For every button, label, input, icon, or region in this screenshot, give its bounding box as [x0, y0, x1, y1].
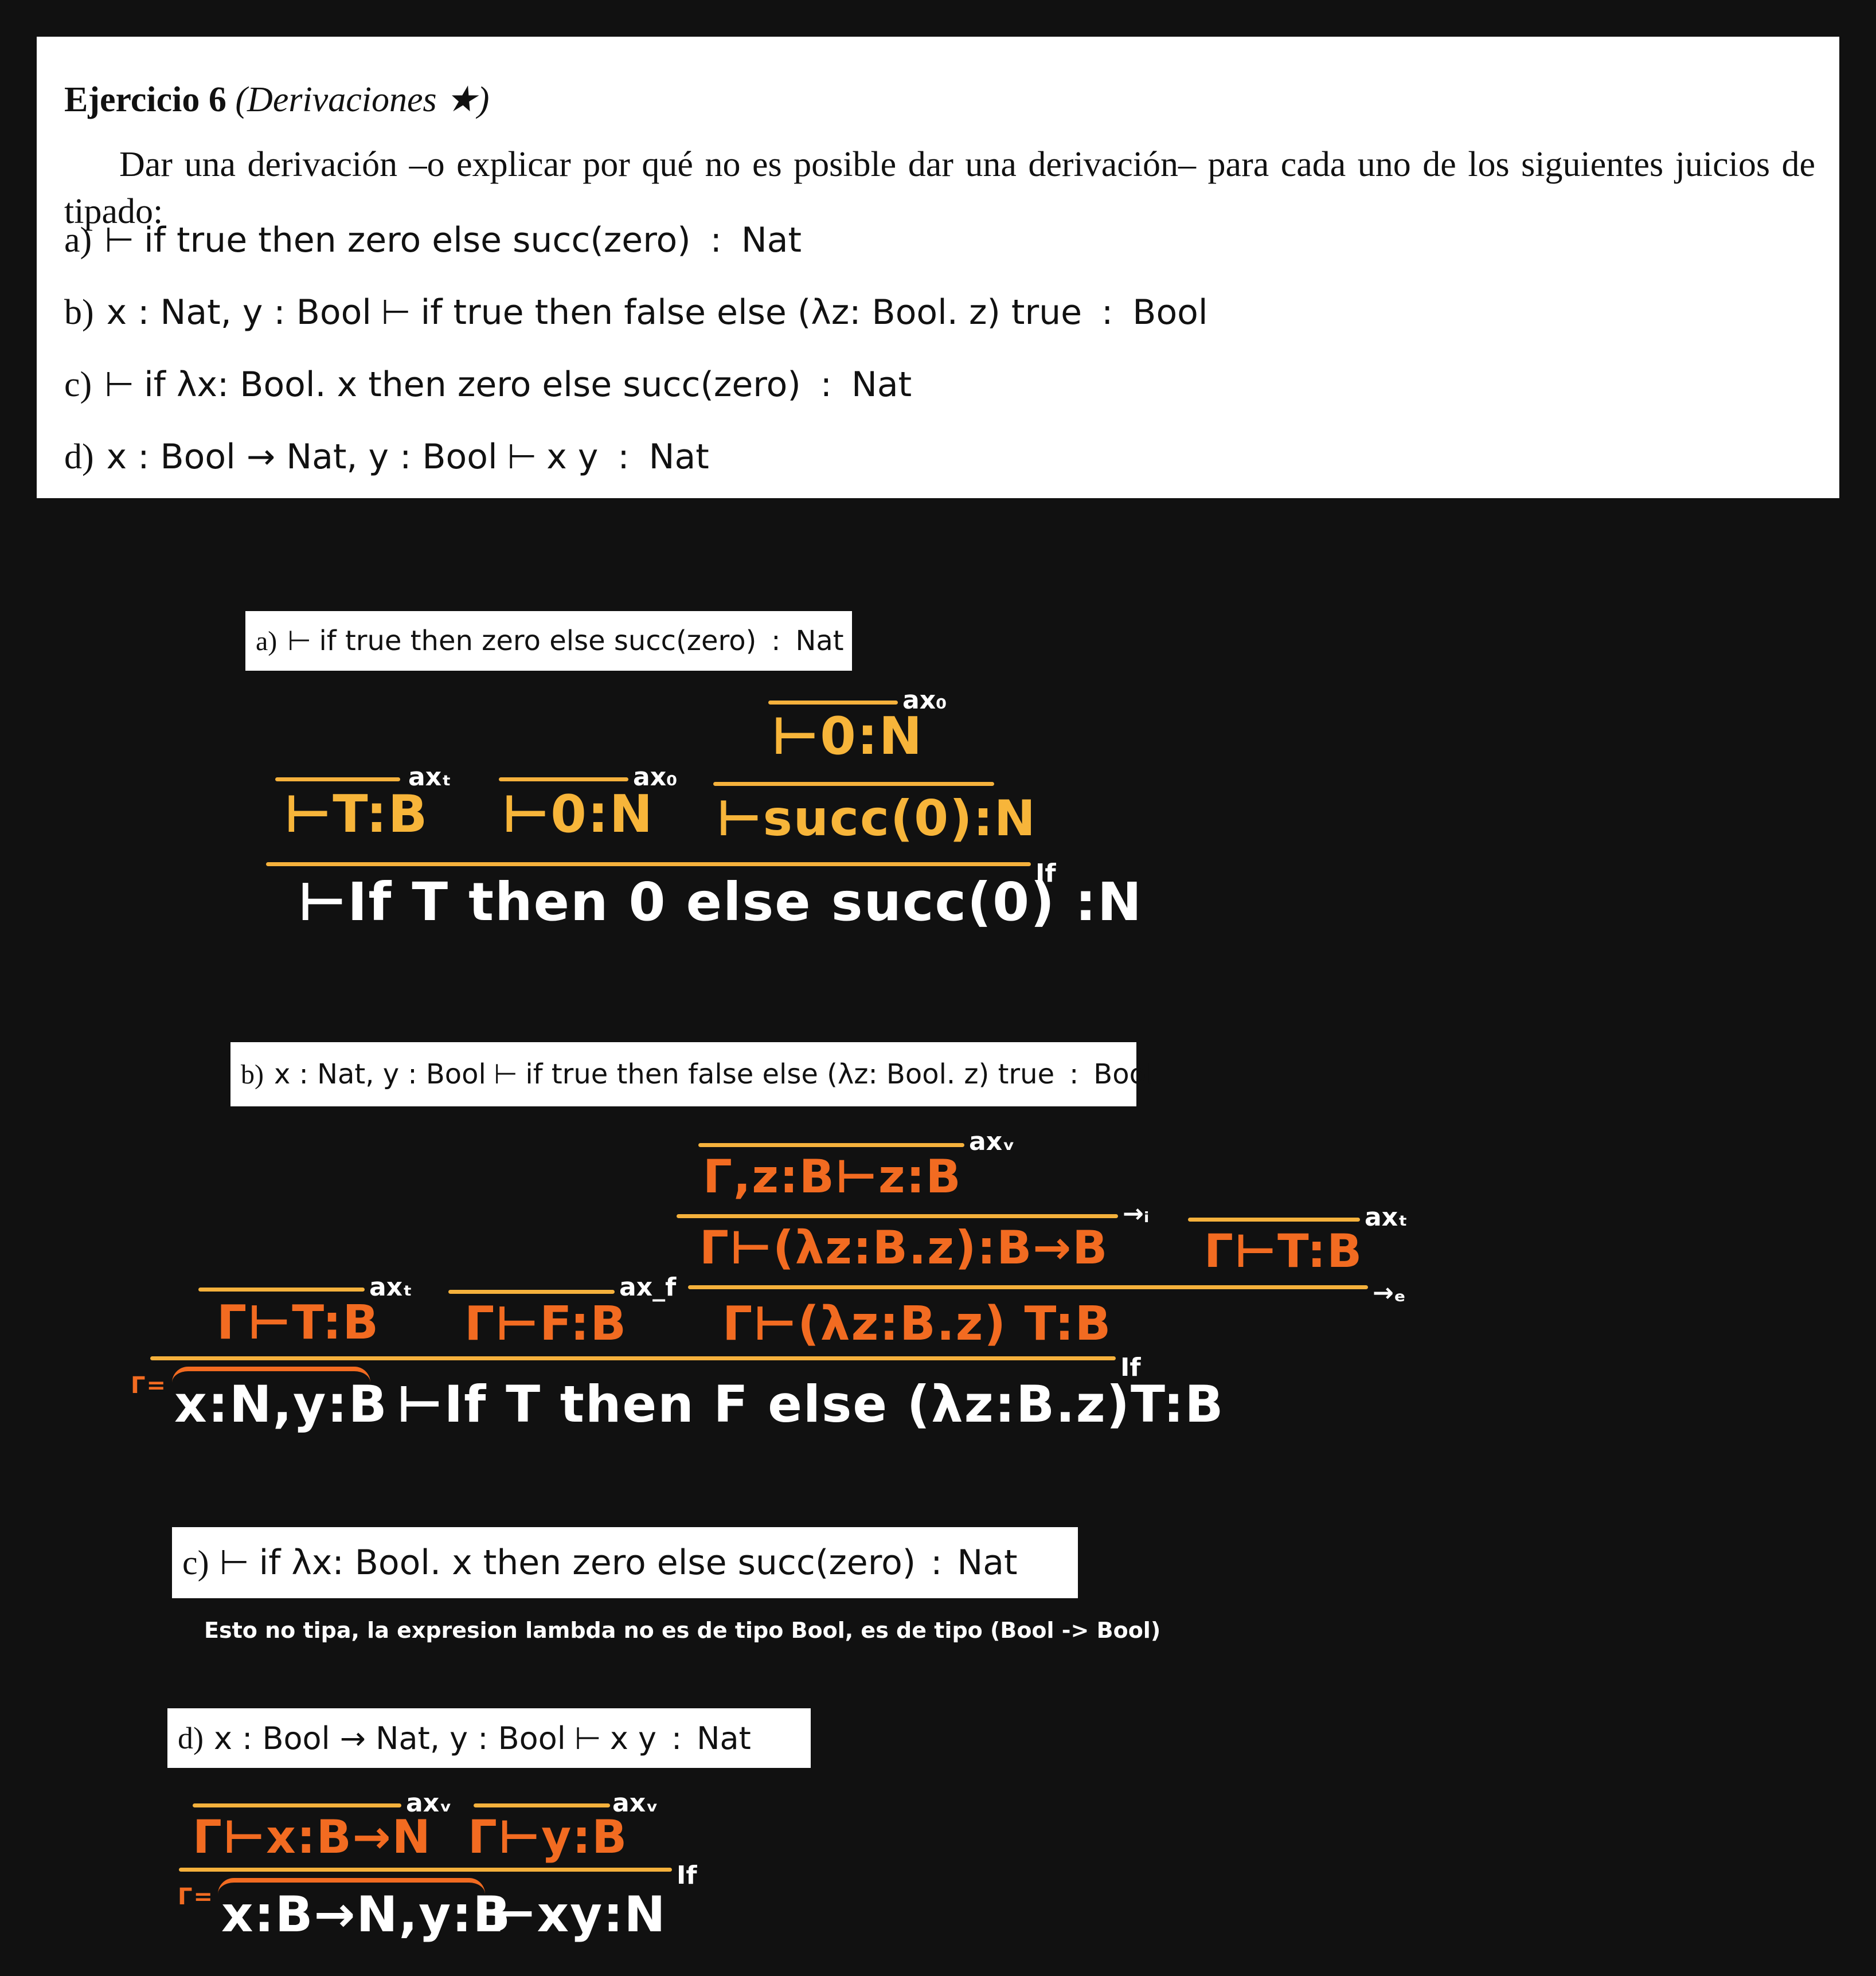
rule-line: [150, 1356, 1116, 1360]
banner-d: d) x : Bool → Nat, y : Bool ⊢ x y: Nat: [167, 1708, 811, 1768]
rule-name: ax_f: [619, 1273, 677, 1302]
conclusion-context: x:B→N,y:B: [221, 1886, 512, 1943]
judgement: Γ,z:B⊢z:B: [703, 1150, 962, 1203]
exercise-number: Ejercicio 6: [64, 80, 226, 119]
exercise-item-b: b) x : Nat, y : Bool ⊢ if true then false…: [64, 292, 1208, 332]
rule-line: [768, 701, 898, 705]
rule-line: [1188, 1218, 1360, 1222]
rule-line: [179, 1868, 672, 1872]
rule-line: [499, 777, 628, 781]
note-c: Esto no tipa, la expresion lambda no es …: [204, 1618, 1161, 1643]
judgement: Γ⊢y:B: [468, 1810, 628, 1864]
rule-line: [448, 1290, 615, 1294]
exercise-item-a: a) ⊢ if true then zero else succ(zero): Na…: [64, 220, 802, 260]
exercise-item-d: d) x : Bool → Nat, y : Bool ⊢ x y: Nat: [64, 437, 709, 477]
rule-line: [474, 1803, 610, 1807]
judgement: Γ⊢(λz:B.z):B→B: [699, 1221, 1109, 1274]
banner-c: c) ⊢ if λx: Bool. x then zero else succ(z…: [172, 1527, 1078, 1598]
banner-b: b) x : Nat, y : Bool ⊢ if true then false…: [230, 1042, 1154, 1106]
exercise-subtitle: (Derivaciones ★): [235, 80, 490, 119]
rule-name: axᵥ: [969, 1127, 1015, 1156]
judgement: ⊢0:N: [772, 706, 924, 766]
judgement: ⊢0:N: [502, 784, 654, 844]
conclusion: ⊢If T then 0 else succ(0) :N: [298, 871, 1143, 933]
judgement: Γ⊢T:B: [1204, 1224, 1363, 1278]
conclusion: ⊢If T then F else (λz:B.z)T:B: [397, 1375, 1225, 1434]
banner-a: a) ⊢ if true then zero else succ(zero): Na…: [245, 611, 852, 671]
rule-line: [266, 862, 1031, 866]
rule-line: [275, 777, 400, 781]
rule-name: If: [677, 1861, 697, 1890]
rule-line: [698, 1143, 964, 1147]
rule-name: →ₑ: [1373, 1278, 1406, 1308]
judgement: Γ⊢x:B→N: [193, 1810, 432, 1864]
gamma-definition: Γ=: [131, 1372, 167, 1399]
rule-line: [688, 1285, 1368, 1289]
rule-line: [677, 1214, 1118, 1218]
exercise-item-c: c) ⊢ if λx: Bool. x then zero else succ(z…: [64, 365, 912, 405]
judgement: Γ⊢(λz:B.z) T:B: [722, 1297, 1112, 1351]
judgement: ⊢succ(0):N: [717, 790, 1037, 847]
conclusion: ⊢xy:N: [491, 1886, 667, 1943]
judgement: ⊢T:B: [284, 784, 429, 844]
rule-name: axₜ: [1365, 1203, 1408, 1232]
exercise-title: Ejercicio 6 (Derivaciones ★): [64, 78, 489, 120]
rule-name: →ᵢ: [1123, 1199, 1150, 1228]
judgement: Γ⊢F:B: [464, 1297, 628, 1351]
gamma-definition: Γ=: [178, 1884, 214, 1910]
rule-line: [198, 1288, 365, 1292]
judgement: Γ⊢T:B: [217, 1296, 380, 1350]
rule-line: [713, 782, 994, 786]
rule-line: [193, 1803, 401, 1807]
exercise-box: Ejercicio 6 (Derivaciones ★) Dar una der…: [37, 37, 1839, 498]
conclusion-context: x:N,y:B: [174, 1375, 388, 1434]
